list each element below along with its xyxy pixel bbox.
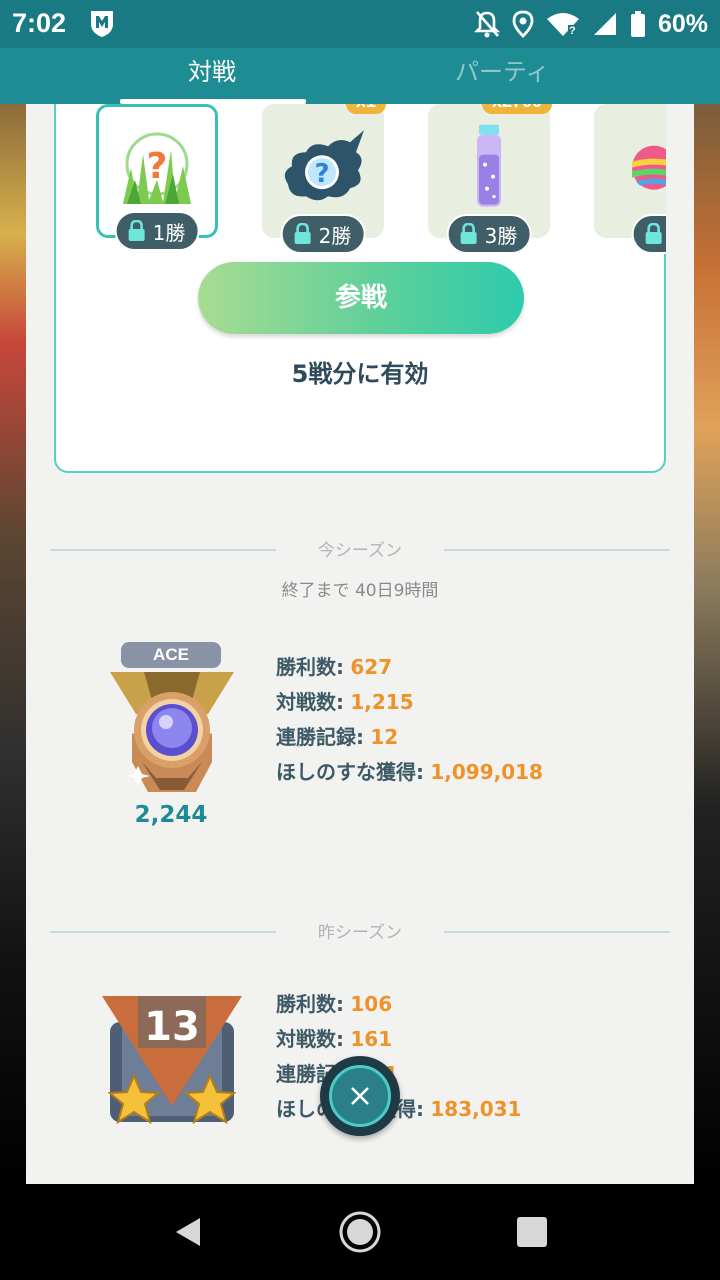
lock-icon [460, 223, 477, 244]
join-battle-button[interactable]: 参戦 [198, 262, 524, 334]
stat-battles: 対戦数: 161 [276, 1027, 393, 1051]
notifications-off-icon [473, 11, 500, 38]
background-art-left [0, 104, 26, 1184]
close-button-ring [329, 1065, 391, 1127]
battery-percent: 60% [657, 9, 708, 38]
season-time-remaining: 終了まで 40日9時間 [281, 581, 439, 601]
stat-battles: 対戦数: 1,215 [276, 690, 414, 714]
system-nav-bar [0, 1184, 720, 1280]
rare-candy-icon [632, 145, 666, 190]
current-rating: 2,244 [134, 802, 208, 828]
stardust-vial-icon [477, 124, 501, 207]
tab-bar: 対戦 パーティ [0, 48, 720, 104]
location-icon [512, 10, 534, 38]
reward-track-card: ? 1勝 x1 ? [54, 104, 666, 473]
recents-icon[interactable] [508, 1208, 556, 1256]
svg-text:?: ? [147, 146, 168, 187]
svg-text:?: ? [569, 25, 576, 37]
reward-tile-4-clip: 4 [594, 104, 666, 266]
reward-tile-1[interactable]: ? 1勝 [96, 104, 218, 251]
status-bar: 7:02 ? 60% [0, 0, 720, 48]
ace-rank-medal-icon [110, 672, 234, 792]
reward-quantity-badge: x1 [345, 104, 386, 114]
lock-label: 2勝 [318, 223, 352, 248]
rank-13-badge-icon: 13 [102, 996, 242, 1125]
rank-label: ACE [121, 642, 221, 668]
wifi-icon: ? [546, 13, 579, 37]
close-button[interactable] [320, 1056, 400, 1136]
stat-win-streak: 連勝記録: 12 [276, 725, 399, 749]
lock-label: 1勝 [152, 220, 186, 245]
lock-icon [128, 220, 145, 241]
reward-tile-3[interactable]: x2700 3勝 [428, 104, 552, 254]
reward-tile-4[interactable]: 4 [594, 104, 666, 254]
status-time: 7:02 [12, 8, 67, 38]
divider-line [444, 549, 670, 551]
current-season-header: 今シーズン [50, 534, 670, 564]
tab-battle[interactable]: 対戦 [34, 48, 394, 104]
rank-number: 13 [144, 1004, 200, 1050]
battery-icon [630, 11, 645, 37]
background-art-right [694, 104, 720, 1184]
reward-tile-2[interactable]: x1 ? 2勝 [262, 104, 386, 254]
stat-stardust: ほしのすな獲得: 1,099,018 [276, 760, 543, 784]
mystery-smoke-icon: ? [284, 130, 364, 201]
stat-wins: 勝利数: 106 [276, 992, 393, 1016]
lock-pill: 2勝 [280, 214, 366, 254]
lock-icon [645, 223, 662, 244]
close-icon [351, 1087, 369, 1105]
lock-pill: 1勝 [114, 211, 200, 251]
valid-battles-text: 5戦分に有効 [291, 360, 429, 388]
shield-m-icon [91, 11, 113, 37]
previous-season-header: 昨シーズン [50, 916, 670, 946]
current-season-stats: 勝利数: 627 対戦数: 1,215 連勝記録: 12 ほしのすな獲得: 1,… [276, 650, 543, 790]
cell-signal-icon [593, 13, 616, 35]
lock-icon [294, 223, 311, 244]
reward-quantity-badge: x2700 [481, 104, 552, 114]
status-icons: ? 60% [473, 6, 708, 42]
lock-pill: 4 [631, 214, 666, 254]
battle-league-panel[interactable]: ? 1勝 x1 ? [26, 104, 694, 1184]
tab-party[interactable]: パーティ [360, 48, 650, 104]
lock-label: 3勝 [484, 223, 518, 248]
home-icon[interactable] [336, 1208, 384, 1256]
back-icon[interactable] [164, 1208, 212, 1256]
mystery-grass-encounter-icon: ? [123, 132, 191, 204]
svg-text:?: ? [314, 159, 329, 189]
stat-wins: 勝利数: 627 [276, 655, 393, 679]
lock-pill: 3勝 [446, 214, 532, 254]
divider-line [444, 931, 670, 933]
